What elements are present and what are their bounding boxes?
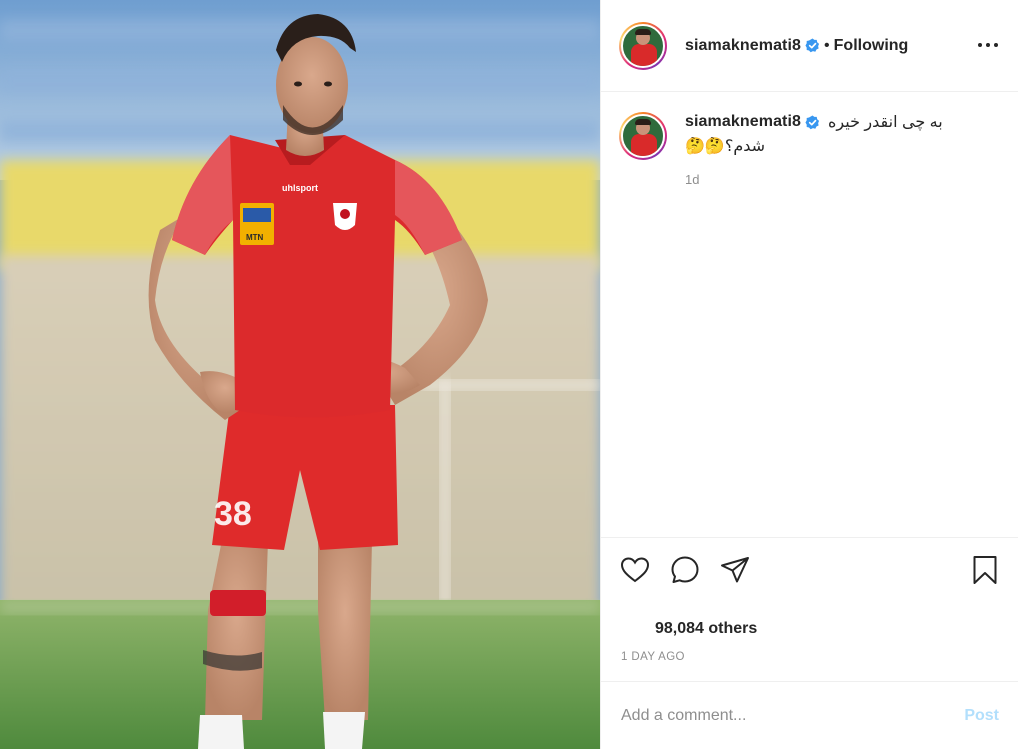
- avatar-shirt: [631, 134, 657, 156]
- caption-first-line: siamaknemati8 به چی انقدر خیره: [685, 112, 943, 132]
- avatar-hair: [635, 28, 651, 35]
- svg-text:MTN: MTN: [246, 233, 264, 242]
- svg-text:uhlsport: uhlsport: [282, 183, 318, 193]
- football-player-photo: 38 MTN uhlsport: [0, 0, 600, 749]
- more-dot: [994, 43, 998, 47]
- post-header: siamaknemati8 • Following: [601, 0, 1018, 92]
- author-username[interactable]: siamaknemati8: [685, 37, 801, 55]
- comment-input[interactable]: [621, 706, 965, 725]
- likes-count[interactable]: 98,084 others: [655, 620, 757, 638]
- post-comment-button[interactable]: Post: [964, 707, 999, 725]
- caption-text-line1: به چی انقدر خیره: [828, 114, 943, 131]
- caption-text-line2: شدم؟🤔🤔: [685, 138, 766, 155]
- avatar-image: [621, 114, 665, 158]
- author-avatar[interactable]: [619, 21, 667, 70]
- more-options-icon[interactable]: [977, 34, 999, 56]
- bookmark-icon[interactable]: [969, 554, 1001, 586]
- post-actions: [601, 537, 1018, 601]
- paper-plane-icon[interactable]: [719, 554, 751, 586]
- post-date[interactable]: 1 DAY AGO: [621, 651, 685, 663]
- caption-timestamp[interactable]: 1d: [685, 172, 943, 187]
- avatar-shirt: [631, 43, 657, 66]
- avatar-hair: [635, 119, 651, 125]
- header-separator: •: [824, 36, 830, 54]
- avatar-image: [621, 23, 665, 68]
- post-photo[interactable]: 38 MTN uhlsport: [0, 0, 600, 749]
- post-caption: siamaknemati8 به چی انقدر خیره شدم؟🤔🤔 1d: [619, 112, 999, 187]
- comment-bar: Post: [601, 681, 1018, 749]
- heart-icon[interactable]: [619, 554, 651, 586]
- verified-badge-icon: [805, 38, 820, 53]
- caption-body: siamaknemati8 به چی انقدر خیره شدم؟🤔🤔 1d: [685, 112, 943, 187]
- caption-author-avatar[interactable]: [619, 112, 667, 160]
- more-dot: [986, 43, 990, 47]
- instagram-post: 38 MTN uhlsport siamaknemati8 • Followin…: [0, 0, 1018, 749]
- following-button[interactable]: Following: [834, 37, 909, 55]
- svg-text:38: 38: [214, 495, 252, 533]
- verified-badge-icon: [805, 114, 820, 129]
- caption-username[interactable]: siamaknemati8: [685, 113, 801, 131]
- comment-icon[interactable]: [669, 554, 701, 586]
- more-dot: [978, 43, 982, 47]
- post-side-panel: siamaknemati8 • Following siamaknemati8 …: [600, 0, 1018, 749]
